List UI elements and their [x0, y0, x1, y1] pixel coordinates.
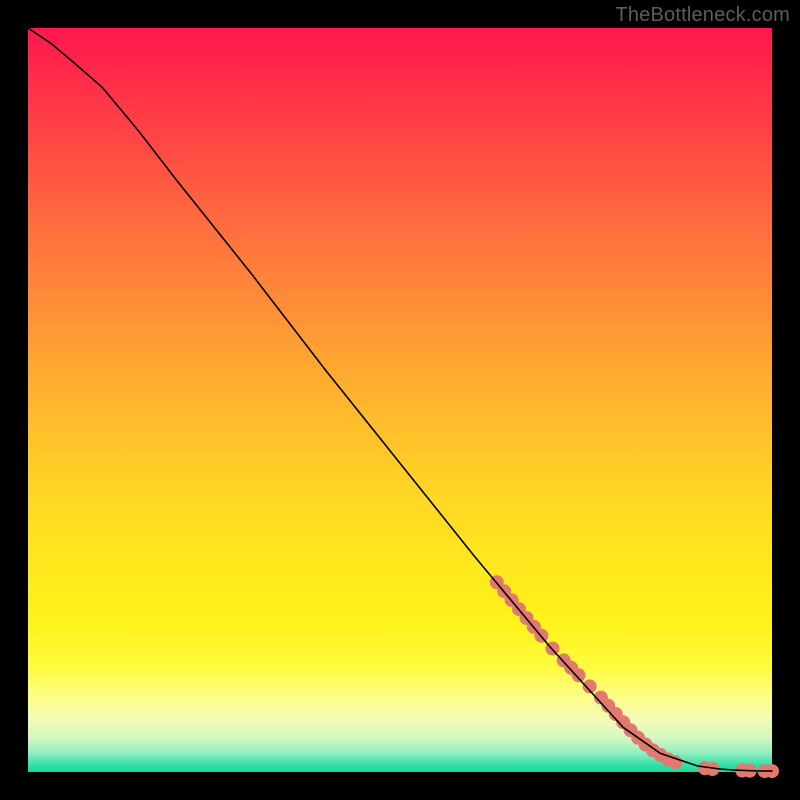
highlight-marker — [572, 668, 586, 682]
watermark-label: TheBottleneck.com — [615, 4, 790, 27]
marker-group — [490, 575, 779, 778]
chart-svg — [28, 28, 772, 772]
curve-line — [28, 28, 772, 771]
chart-plot-area — [28, 28, 772, 772]
